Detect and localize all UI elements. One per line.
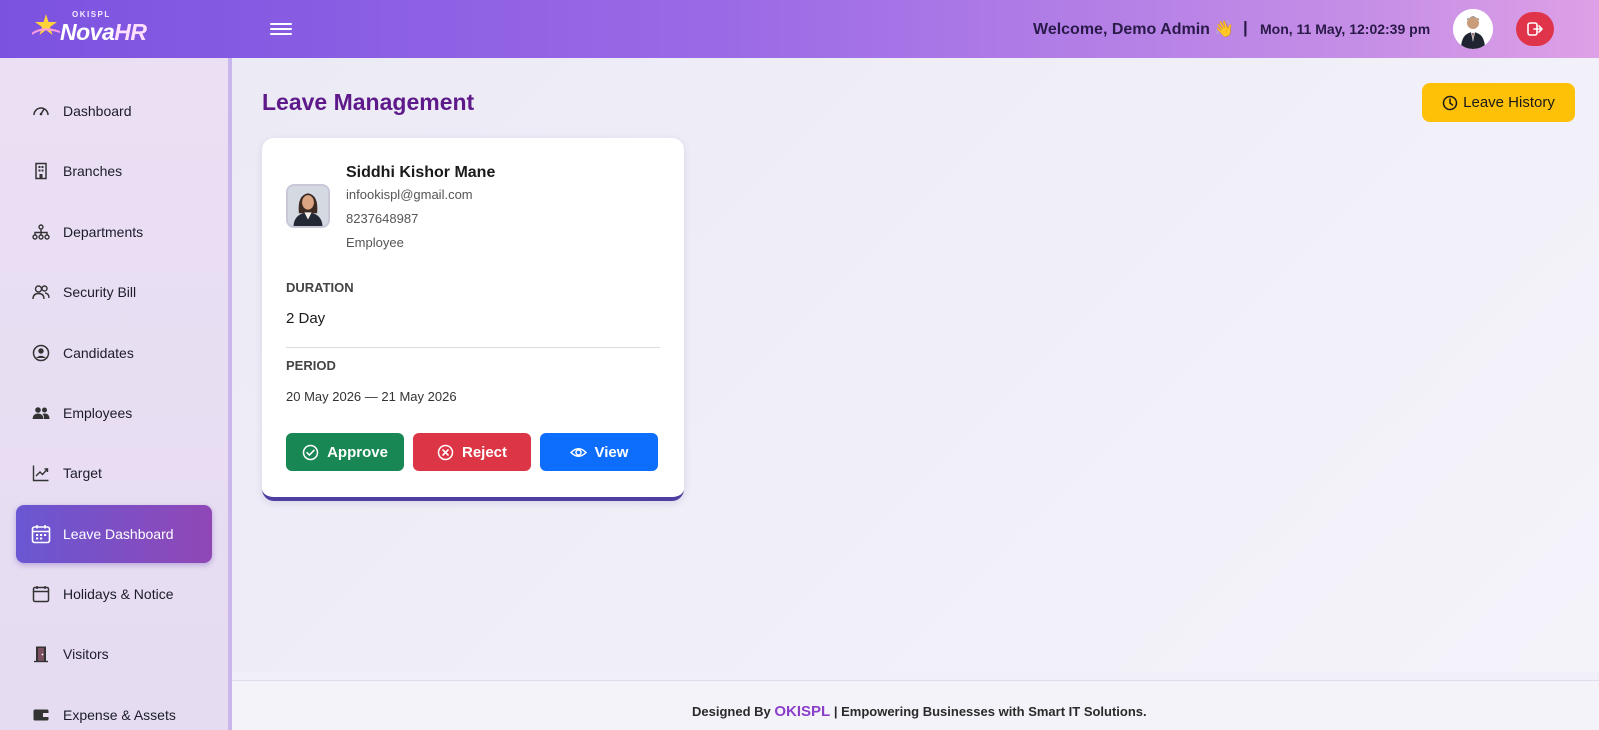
header-separator: | xyxy=(1243,18,1248,37)
period-value: 20 May 2026 — 21 May 2026 xyxy=(286,389,457,404)
calendar-icon xyxy=(31,584,51,604)
eye-icon xyxy=(569,447,587,457)
employee-photo xyxy=(286,184,330,228)
view-label: View xyxy=(594,443,629,461)
reject-button[interactable]: Reject xyxy=(413,433,531,471)
sidebar-item-label: Dashboard xyxy=(63,103,132,119)
leave-history-button[interactable]: Leave History xyxy=(1422,83,1575,122)
period-label: PERIOD xyxy=(286,358,336,373)
people-icon xyxy=(31,282,51,302)
duration-value: 2 Day xyxy=(286,310,326,327)
sidebar-item-label: Leave Dashboard xyxy=(63,526,174,542)
top-header: OKISPL NovaHR Welcome, Demo Admin 👋 | Mo… xyxy=(0,0,1599,58)
sidebar-item-label: Candidates xyxy=(63,345,134,361)
leave-history-label: Leave History xyxy=(1463,94,1555,111)
door-icon xyxy=(31,644,51,664)
logout-icon xyxy=(1527,22,1543,36)
sidebar-item-label: Branches xyxy=(63,163,123,179)
sidebar-item-leave-dashboard[interactable]: Leave Dashboard xyxy=(16,505,212,563)
logo-hr-text: HR xyxy=(114,19,147,45)
sidebar-item-employees[interactable]: Employees xyxy=(16,384,212,442)
footer-brand-link[interactable]: OKISPL xyxy=(774,703,830,720)
sidebar-item-security-bill[interactable]: Security Bill xyxy=(16,263,212,321)
wallet-icon xyxy=(31,705,51,725)
footer-suffix: | Empowering Businesses with Smart IT So… xyxy=(833,704,1147,719)
sidebar-item-candidates[interactable]: Candidates xyxy=(16,324,212,382)
sidebar-item-label: Target xyxy=(63,465,102,481)
employee-phone: 8237648987 xyxy=(346,211,419,226)
check-circle-icon xyxy=(302,444,319,460)
employee-email: infookispl@gmail.com xyxy=(346,187,473,202)
current-datetime: Mon, 11 May, 12:02:39 pm xyxy=(1260,21,1431,37)
page-title: Leave Management xyxy=(262,89,475,115)
logo-company-text: OKISPL xyxy=(72,10,111,19)
sidebar-item-visitors[interactable]: Visitors xyxy=(16,625,212,683)
duration-label: DURATION xyxy=(286,280,354,295)
welcome-message: Welcome, Demo Admin 👋 xyxy=(1033,21,1235,38)
sidebar-item-label: Holidays & Notice xyxy=(63,586,174,602)
sidebar-item-label: Expense & Assets xyxy=(63,707,176,723)
view-button[interactable]: View xyxy=(540,433,658,471)
employee-name: Siddhi Kishor Mane xyxy=(346,164,496,181)
page-footer: Designed By OKISPL | Empowering Business… xyxy=(232,680,1599,730)
sidebar-item-target[interactable]: Target xyxy=(16,444,212,502)
x-circle-icon xyxy=(437,444,454,460)
sidebar-item-expense-assets[interactable]: Expense & Assets xyxy=(16,686,212,730)
approve-button[interactable]: Approve xyxy=(286,433,404,471)
card-divider xyxy=(286,347,660,348)
sidebar-item-branches[interactable]: Branches xyxy=(16,142,212,200)
building-icon xyxy=(31,161,51,181)
user-avatar-image xyxy=(1453,9,1493,49)
sidebar-item-label: Departments xyxy=(63,224,144,240)
app-logo[interactable]: OKISPL NovaHR xyxy=(24,10,154,48)
employee-role: Employee xyxy=(346,235,404,250)
sidebar-item-label: Visitors xyxy=(63,646,109,662)
calendar-grid-icon xyxy=(31,524,51,544)
org-chart-icon xyxy=(31,222,51,242)
footer-prefix: Designed By xyxy=(692,704,771,719)
clock-icon xyxy=(1442,95,1458,110)
sidebar-item-label: Employees xyxy=(63,405,133,421)
star-logo-icon xyxy=(32,14,60,35)
reject-label: Reject xyxy=(461,443,508,461)
sidebar: Dashboard Branches Departments Security … xyxy=(0,58,232,730)
sidebar-item-label: Security Bill xyxy=(63,284,137,300)
sidebar-item-departments[interactable]: Departments xyxy=(16,203,212,261)
logout-button[interactable] xyxy=(1516,12,1554,46)
footer-text: Designed By OKISPL | Empowering Business… xyxy=(692,703,1147,720)
approve-label: Approve xyxy=(327,443,388,461)
user-circle-icon xyxy=(31,343,51,363)
logo-nova-text: Nova xyxy=(60,19,115,45)
menu-toggle-icon[interactable] xyxy=(270,20,292,38)
users-icon xyxy=(31,403,51,423)
logo-product-text: NovaHR xyxy=(60,19,147,46)
sidebar-item-dashboard[interactable]: Dashboard xyxy=(16,82,212,140)
trend-icon xyxy=(31,463,51,483)
gauge-icon xyxy=(31,101,51,121)
sidebar-item-holidays-notice[interactable]: Holidays & Notice xyxy=(16,565,212,623)
leave-request-card: Siddhi Kishor Mane infookispl@gmail.com … xyxy=(262,138,684,501)
user-avatar[interactable] xyxy=(1453,9,1493,49)
